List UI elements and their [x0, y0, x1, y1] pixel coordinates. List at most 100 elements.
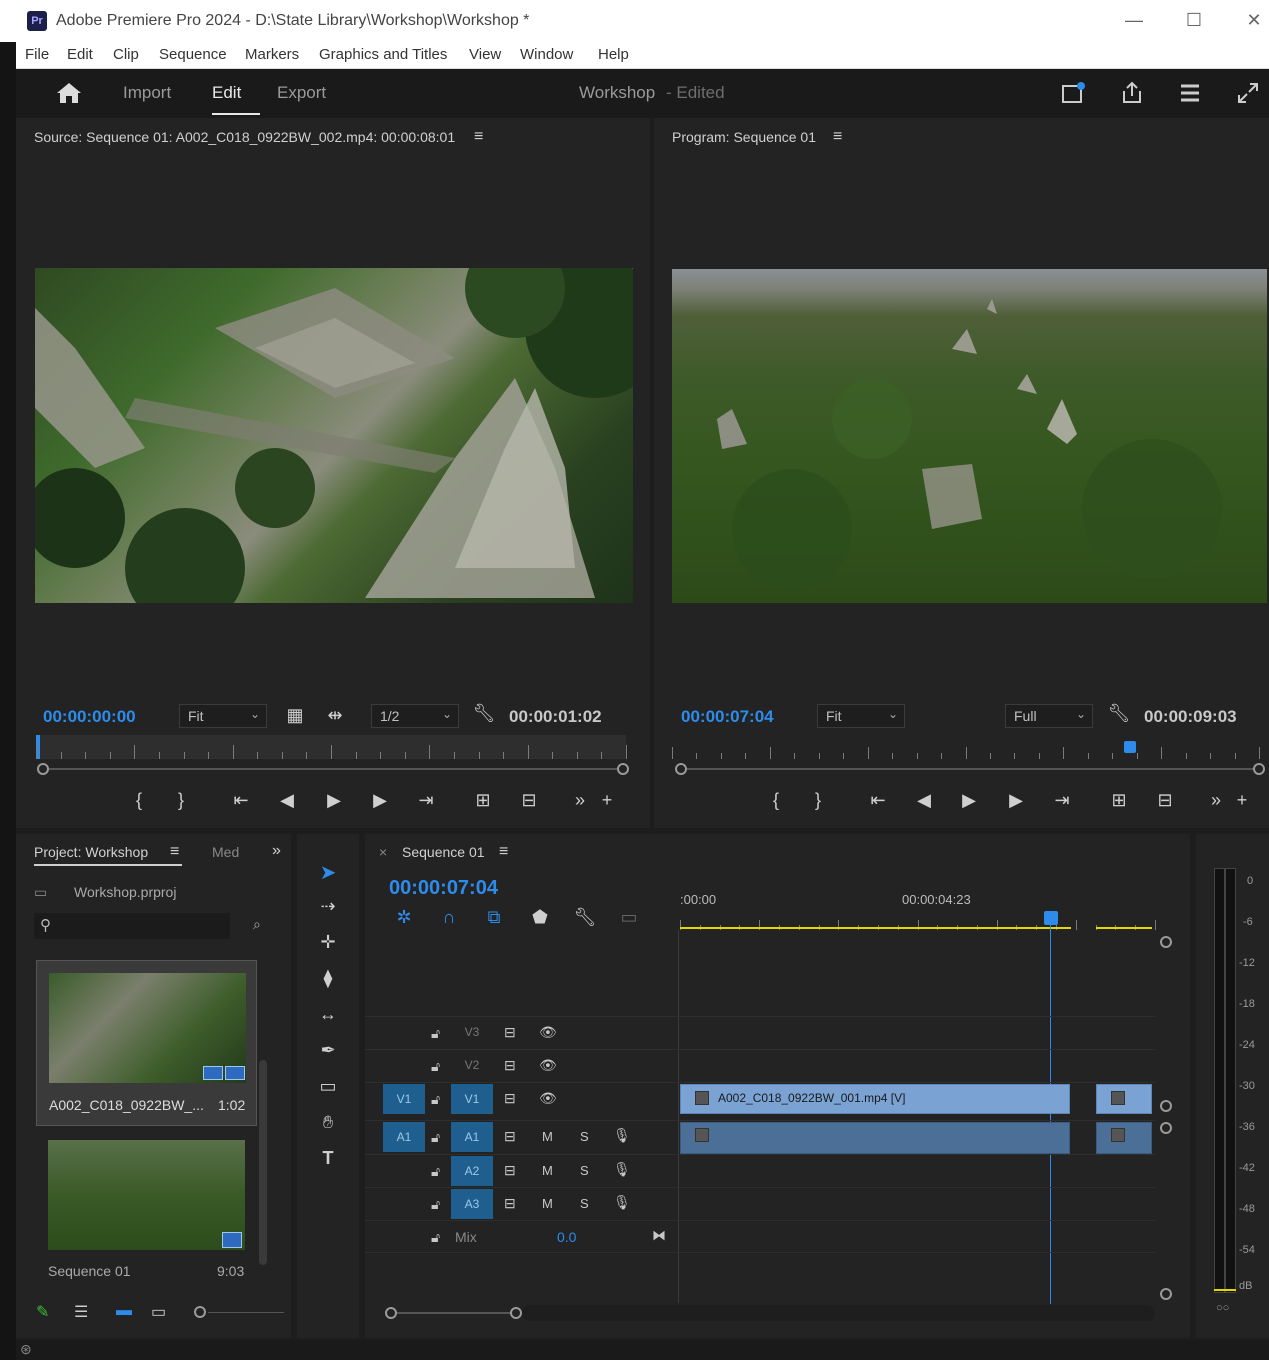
- microphone-icon[interactable]: 🎙︎: [613, 1127, 631, 1144]
- clip-v1-second[interactable]: [1096, 1084, 1152, 1114]
- more-panels-icon[interactable]: »: [272, 842, 281, 860]
- tab-edit[interactable]: Edit: [212, 83, 241, 103]
- mix-volume-value[interactable]: 0.0: [557, 1229, 576, 1245]
- maximize-button[interactable]: ☐: [1179, 10, 1209, 31]
- tab-media-browser[interactable]: Med: [212, 844, 239, 860]
- drag-audio-icon[interactable]: ⇹: [322, 705, 348, 726]
- sync-lock-icon[interactable]: ⊟: [504, 1090, 516, 1107]
- ripple-edit-tool-icon[interactable]: ✛: [315, 932, 341, 953]
- menu-sequence[interactable]: Sequence: [159, 46, 227, 63]
- eye-icon[interactable]: 👁︎: [539, 1024, 557, 1041]
- timeline-playhead-head[interactable]: [1044, 911, 1058, 925]
- nest-icon[interactable]: ✲: [391, 907, 417, 928]
- project-panel-title[interactable]: Project: Workshop: [34, 844, 148, 860]
- clip-a1-second[interactable]: [1096, 1122, 1152, 1154]
- fullscreen-icon[interactable]: [1236, 81, 1260, 105]
- overwrite-icon[interactable]: ⊟: [516, 790, 542, 811]
- source-resolution-dropdown[interactable]: 1/2 ⌄: [371, 704, 459, 728]
- track-name[interactable]: V3: [451, 1017, 493, 1047]
- mark-in-icon[interactable]: {: [126, 790, 152, 811]
- source-zoom-dropdown[interactable]: Fit ⌄: [179, 704, 267, 728]
- horizontal-zoom-bar[interactable]: [397, 1312, 510, 1314]
- program-time-ruler[interactable]: [672, 735, 1260, 759]
- go-to-out-icon[interactable]: ⇥: [1049, 790, 1075, 811]
- timeline-title[interactable]: Sequence 01: [402, 844, 485, 860]
- project-scrollbar[interactable]: [259, 1060, 267, 1265]
- razor-tool-icon[interactable]: ⧫: [315, 968, 341, 989]
- sync-lock-icon[interactable]: ⊟: [504, 1195, 516, 1212]
- lock-icon[interactable]: 🔓︎: [431, 1229, 440, 1246]
- menu-edit[interactable]: Edit: [67, 46, 93, 63]
- lock-icon[interactable]: 🔓︎: [431, 1091, 440, 1108]
- panel-menu-icon[interactable]: ≡: [499, 843, 508, 861]
- play-icon[interactable]: ▶︎: [956, 790, 982, 811]
- go-to-out-icon[interactable]: ⇥: [413, 790, 439, 811]
- work-area-bar[interactable]: [680, 927, 1071, 929]
- timeline-settings-icon[interactable]: 🔧︎: [572, 907, 598, 928]
- go-to-end-icon[interactable]: ⧓: [652, 1227, 666, 1244]
- quick-export-icon[interactable]: [1062, 82, 1086, 104]
- source-patch-a1[interactable]: A1: [383, 1122, 425, 1152]
- lock-icon[interactable]: 🔓︎: [431, 1129, 440, 1146]
- tab-export[interactable]: Export: [277, 83, 326, 103]
- project-item-sequence[interactable]: Sequence 01 9:03: [36, 1132, 257, 1279]
- more-buttons-icon[interactable]: »: [567, 790, 593, 811]
- close-tab-icon[interactable]: ×: [379, 844, 387, 860]
- panel-menu-icon[interactable]: ≡: [170, 843, 179, 861]
- program-timecode[interactable]: 00:00:07:04: [681, 707, 774, 727]
- solo-buttons[interactable]: ○○: [1216, 1302, 1229, 1314]
- eye-icon[interactable]: 👁︎: [539, 1090, 557, 1107]
- step-back-icon[interactable]: ◀︎: [911, 790, 937, 811]
- menu-markers[interactable]: Markers: [245, 46, 299, 63]
- extract-icon[interactable]: ⊟: [1152, 790, 1178, 811]
- captions-icon[interactable]: ▭: [616, 907, 642, 928]
- background-tasks-icon[interactable]: ⊛: [20, 1341, 32, 1358]
- go-to-in-icon[interactable]: ⇤: [865, 790, 891, 811]
- mute-button[interactable]: M: [542, 1196, 553, 1211]
- sync-lock-icon[interactable]: ⊟: [504, 1162, 516, 1179]
- lock-icon[interactable]: 🔓︎: [431, 1163, 440, 1180]
- menu-view[interactable]: View: [469, 46, 501, 63]
- horizontal-scrollbar-track[interactable]: [522, 1305, 1155, 1321]
- horizontal-zoom-handle-right[interactable]: [510, 1307, 522, 1319]
- step-back-icon[interactable]: ◀︎: [274, 790, 300, 811]
- lock-icon[interactable]: 🔓︎: [431, 1058, 440, 1075]
- panel-menu-icon[interactable]: ≡: [833, 128, 842, 146]
- step-forward-icon[interactable]: ▶︎: [1003, 790, 1029, 811]
- freeform-view-icon[interactable]: ▭: [151, 1302, 166, 1322]
- timeline-timecode[interactable]: 00:00:07:04: [389, 877, 498, 900]
- slip-tool-icon[interactable]: ↔: [315, 1004, 341, 1025]
- menu-clip[interactable]: Clip: [113, 46, 139, 63]
- more-buttons-icon[interactable]: »: [1203, 790, 1229, 811]
- menu-help[interactable]: Help: [598, 46, 629, 63]
- clip-a1[interactable]: [680, 1122, 1070, 1154]
- solo-button[interactable]: S: [580, 1129, 589, 1144]
- source-timecode[interactable]: 00:00:00:00: [43, 707, 136, 727]
- minimize-button[interactable]: —: [1119, 10, 1149, 31]
- list-view-icon[interactable]: ☰: [74, 1302, 88, 1322]
- clip-v1[interactable]: A002_C018_0922BW_001.mp4 [V]: [680, 1084, 1070, 1114]
- thumbnail-size-slider[interactable]: [194, 1306, 206, 1318]
- tab-import[interactable]: Import: [123, 83, 171, 103]
- rectangle-tool-icon[interactable]: ▭: [315, 1076, 341, 1097]
- mute-button[interactable]: M: [542, 1163, 553, 1178]
- vertical-zoom-handle-a[interactable]: [1160, 1122, 1172, 1134]
- mute-button[interactable]: M: [542, 1129, 553, 1144]
- eye-icon[interactable]: 👁︎: [539, 1057, 557, 1074]
- type-tool-icon[interactable]: T: [315, 1148, 341, 1169]
- workspaces-menu-icon[interactable]: [1178, 81, 1202, 105]
- lock-icon[interactable]: 🔓︎: [431, 1196, 440, 1213]
- mark-out-icon[interactable]: }: [805, 790, 831, 811]
- source-zoom-handle-left[interactable]: [37, 763, 49, 775]
- project-search-input[interactable]: ⚲: [34, 913, 230, 939]
- menu-window[interactable]: Window: [520, 46, 573, 63]
- button-editor-icon[interactable]: +: [1229, 790, 1255, 811]
- step-forward-icon[interactable]: ▶︎: [367, 790, 393, 811]
- selection-tool-icon[interactable]: ➤: [315, 860, 341, 885]
- mark-in-icon[interactable]: {: [763, 790, 789, 811]
- icon-view-icon[interactable]: ▬: [116, 1302, 132, 1320]
- settings-wrench-icon[interactable]: 🔧︎: [471, 703, 497, 724]
- program-playhead[interactable]: [1124, 741, 1136, 753]
- lift-icon[interactable]: ⊞: [1106, 790, 1132, 811]
- button-editor-icon[interactable]: +: [594, 790, 620, 811]
